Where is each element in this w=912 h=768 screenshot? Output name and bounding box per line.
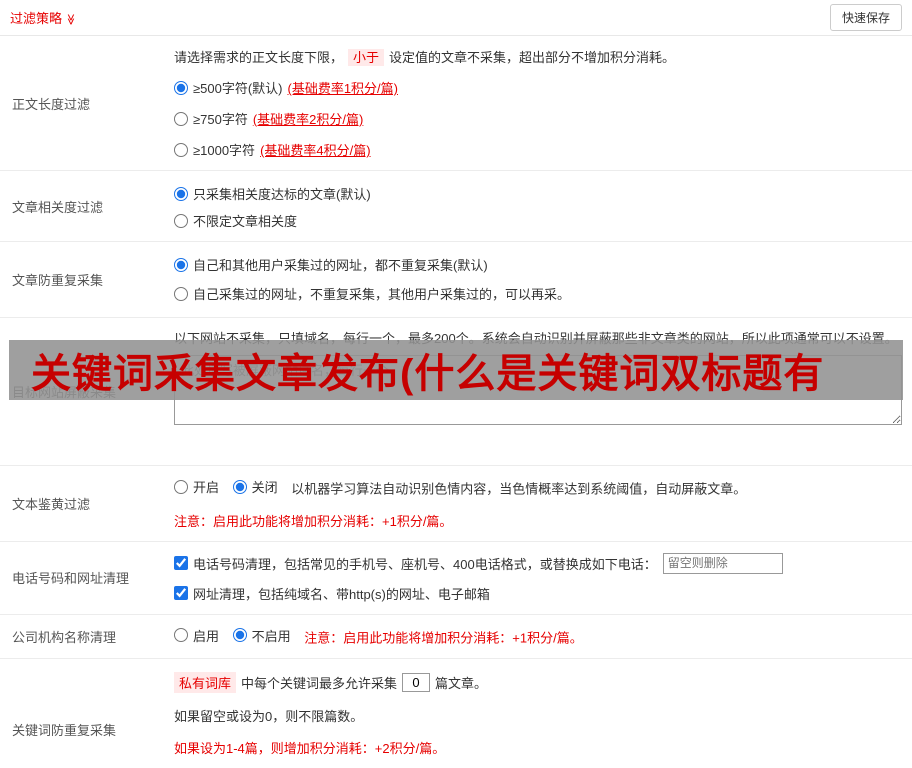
collapse-chevron-icon: ≫ — [64, 13, 77, 26]
overlay-banner-text: 关键词采集文章发布(什么是关键词双标题有 — [31, 352, 825, 396]
relevance-strict-label: 只采集相关度达标的文章(默认) — [193, 187, 371, 202]
url-clean-checkbox[interactable] — [174, 586, 188, 600]
length-750-fee-link[interactable]: (基础费率2积分/篇) — [253, 109, 364, 128]
porn-off-option[interactable]: 关闭 — [232, 477, 278, 496]
length-750-option[interactable]: ≥750字符 (基础费率2积分/篇) — [174, 109, 902, 128]
intro-suffix: 设定值的文章不采集，超出部分不增加积分消耗。 — [389, 50, 676, 65]
company-disable-label: 不启用 — [251, 628, 291, 644]
relevance-any-option[interactable]: 不限定文章相关度 — [174, 211, 902, 230]
dedup-self-only-option[interactable]: 自己采集过的网址，不重复采集，其他用户采集过的，可以再采。 — [174, 284, 902, 303]
dedup-collection-content: 自己和其他用户采集过的网址，都不重复采集(默认) 自己采集过的网址，不重复采集，… — [170, 242, 912, 317]
content-length-filter-label: 正文长度过滤 — [12, 96, 91, 112]
row-phone-url-clean: 电话号码和网址清理 电话号码清理，包括常见的手机号、座机号、400电话格式，或替… — [0, 542, 912, 615]
keyword-dedup-content: 私有词库 中每个关键词最多允许采集 篇文章。 如果留空或设为0，则不限篇数。 如… — [170, 659, 912, 768]
length-1000-radio[interactable] — [174, 142, 188, 157]
keyword-dedup-line1: 私有词库 中每个关键词最多允许采集 篇文章。 — [174, 671, 902, 693]
company-enable-option[interactable]: 启用 — [174, 626, 219, 645]
url-clean-option[interactable]: 网址清理，包括纯域名、带http(s)的网址、电子邮箱 — [174, 584, 902, 603]
dedup-self-only-radio[interactable] — [174, 286, 188, 301]
length-500-label: ≥500字符(默认) — [193, 81, 283, 96]
company-clean-content: 启用 不启用 注意：启用此功能将增加积分消耗：+1积分/篇。 — [170, 615, 912, 658]
porn-filter-content: 开启 关闭 以机器学习算法自动识别色情内容，当色情概率达到系统阈值，自动屏蔽文章… — [170, 466, 912, 541]
intro-prefix: 请选择需求的正文长度下限， — [174, 50, 344, 65]
url-clean-label: 网址清理，包括纯域名、带http(s)的网址、电子邮箱 — [193, 586, 490, 602]
company-enable-label: 启用 — [193, 628, 220, 644]
content-length-intro: 请选择需求的正文长度下限， 小于 设定值的文章不采集，超出部分不增加积分消耗。 — [174, 47, 902, 66]
dedup-self-only-label: 自己采集过的网址，不重复采集，其他用户采集过的，可以再采。 — [193, 287, 571, 302]
length-500-fee-link[interactable]: (基础费率1积分/篇) — [287, 78, 398, 97]
length-1000-label: ≥1000字符 — [193, 143, 256, 158]
overlay-banner: 关键词采集文章发布(什么是关键词双标题有 — [9, 340, 903, 400]
porn-on-option[interactable]: 开启 — [174, 477, 219, 496]
company-clean-note: 注意：启用此功能将增加积分消耗：+1积分/篇。 — [304, 630, 583, 645]
row-porn-filter: 文本鉴黄过滤 开启 关闭 以机器学习算法自动识别色情内容，当色情概率达到系统阈值… — [0, 466, 912, 542]
page-title-text: 过滤策略 — [10, 11, 63, 26]
phone-clean-checkbox[interactable] — [174, 556, 188, 570]
porn-filter-label: 文本鉴黄过滤 — [12, 496, 91, 512]
keyword-dedup-line1-mid: 中每个关键词最多允许采集 — [241, 675, 398, 691]
phone-clean-option[interactable]: 电话号码清理，包括常见的手机号、座机号、400电话格式，或替换成如下电话： — [174, 552, 902, 574]
header: 过滤策略 ≫ 快速保存 — [0, 0, 912, 36]
porn-off-radio[interactable] — [232, 479, 247, 494]
max-articles-input[interactable] — [402, 672, 431, 692]
content-length-filter-content: 请选择需求的正文长度下限， 小于 设定值的文章不采集，超出部分不增加积分消耗。 ≥5… — [170, 36, 912, 170]
row-keyword-dedup: 关键词防重复采集 私有词库 中每个关键词最多允许采集 篇文章。 如果留空或设为0… — [0, 659, 912, 768]
page-title[interactable]: 过滤策略 ≫ — [10, 8, 77, 27]
length-750-label: ≥750字符 — [193, 112, 248, 127]
quick-save-button[interactable]: 快速保存 — [829, 4, 902, 31]
porn-filter-description: 以机器学习算法自动识别色情内容，当色情概率达到系统阈值，自动屏蔽文章。 — [291, 481, 747, 497]
length-750-radio[interactable] — [174, 111, 188, 126]
replacement-phone-input[interactable] — [662, 552, 783, 574]
relevance-any-radio[interactable] — [174, 213, 188, 228]
length-500-option[interactable]: ≥500字符(默认) (基础费率1积分/篇) — [174, 78, 902, 97]
dedup-all-users-label: 自己和其他用户采集过的网址，都不重复采集(默认) — [193, 258, 488, 273]
row-content-length-filter: 正文长度过滤 请选择需求的正文长度下限， 小于 设定值的文章不采集，超出部分不增加积… — [0, 36, 912, 171]
porn-filter-note: 注意：启用此功能将增加积分消耗：+1积分/篇。 — [174, 513, 453, 529]
relevance-strict-option[interactable]: 只采集相关度达标的文章(默认) — [174, 184, 902, 203]
relevance-strict-radio[interactable] — [174, 186, 188, 201]
row-dedup-collection: 文章防重复采集 自己和其他用户采集过的网址，都不重复采集(默认) 自己采集过的网… — [0, 242, 912, 318]
dedup-collection-label: 文章防重复采集 — [12, 273, 104, 288]
relevance-any-label: 不限定文章相关度 — [193, 214, 298, 229]
porn-on-label: 开启 — [193, 480, 220, 495]
keyword-dedup-line2: 如果留空或设为0，则不限篇数。 — [174, 708, 364, 724]
length-1000-fee-link[interactable]: (基础费率4积分/篇) — [260, 140, 371, 159]
relevance-filter-content: 只采集相关度达标的文章(默认) 不限定文章相关度 — [170, 171, 912, 241]
keyword-dedup-line3: 如果设为1-4篇，则增加积分消耗：+2积分/篇。 — [174, 740, 446, 756]
porn-filter-options: 开启 关闭 以机器学习算法自动识别色情内容，当色情概率达到系统阈值，自动屏蔽文章… — [174, 477, 902, 498]
dedup-all-users-radio[interactable] — [174, 257, 188, 272]
phone-clean-label: 电话号码清理，包括常见的手机号、座机号、400电话格式，或替换成如下电话： — [193, 556, 657, 572]
porn-off-label: 关闭 — [251, 480, 278, 495]
company-disable-radio[interactable] — [232, 628, 247, 642]
company-enable-radio[interactable] — [174, 628, 188, 642]
row-company-clean: 公司机构名称清理 启用 不启用 注意：启用此功能将增加积分消耗：+1积分/篇。 — [0, 615, 912, 659]
phone-url-clean-content: 电话号码清理，包括常见的手机号、座机号、400电话格式，或替换成如下电话： 网址… — [170, 542, 912, 614]
length-500-radio[interactable] — [174, 80, 188, 95]
phone-url-clean-label: 电话号码和网址清理 — [12, 571, 130, 586]
porn-on-radio[interactable] — [174, 479, 188, 494]
company-clean-label: 公司机构名称清理 — [12, 629, 117, 645]
length-1000-option[interactable]: ≥1000字符 (基础费率4积分/篇) — [174, 140, 902, 159]
private-lexicon-link[interactable]: 私有词库 — [174, 671, 237, 693]
keyword-dedup-line1-suffix: 篇文章。 — [435, 675, 488, 691]
company-clean-options: 启用 不启用 注意：启用此功能将增加积分消耗：+1积分/篇。 — [174, 626, 902, 647]
intro-highlight: 小于 — [348, 49, 385, 66]
keyword-dedup-label: 关键词防重复采集 — [12, 722, 117, 738]
company-disable-option[interactable]: 不启用 — [232, 626, 291, 645]
dedup-all-users-option[interactable]: 自己和其他用户采集过的网址，都不重复采集(默认) — [174, 255, 902, 274]
row-relevance-filter: 文章相关度过滤 只采集相关度达标的文章(默认) 不限定文章相关度 — [0, 171, 912, 242]
relevance-filter-label: 文章相关度过滤 — [12, 199, 104, 215]
